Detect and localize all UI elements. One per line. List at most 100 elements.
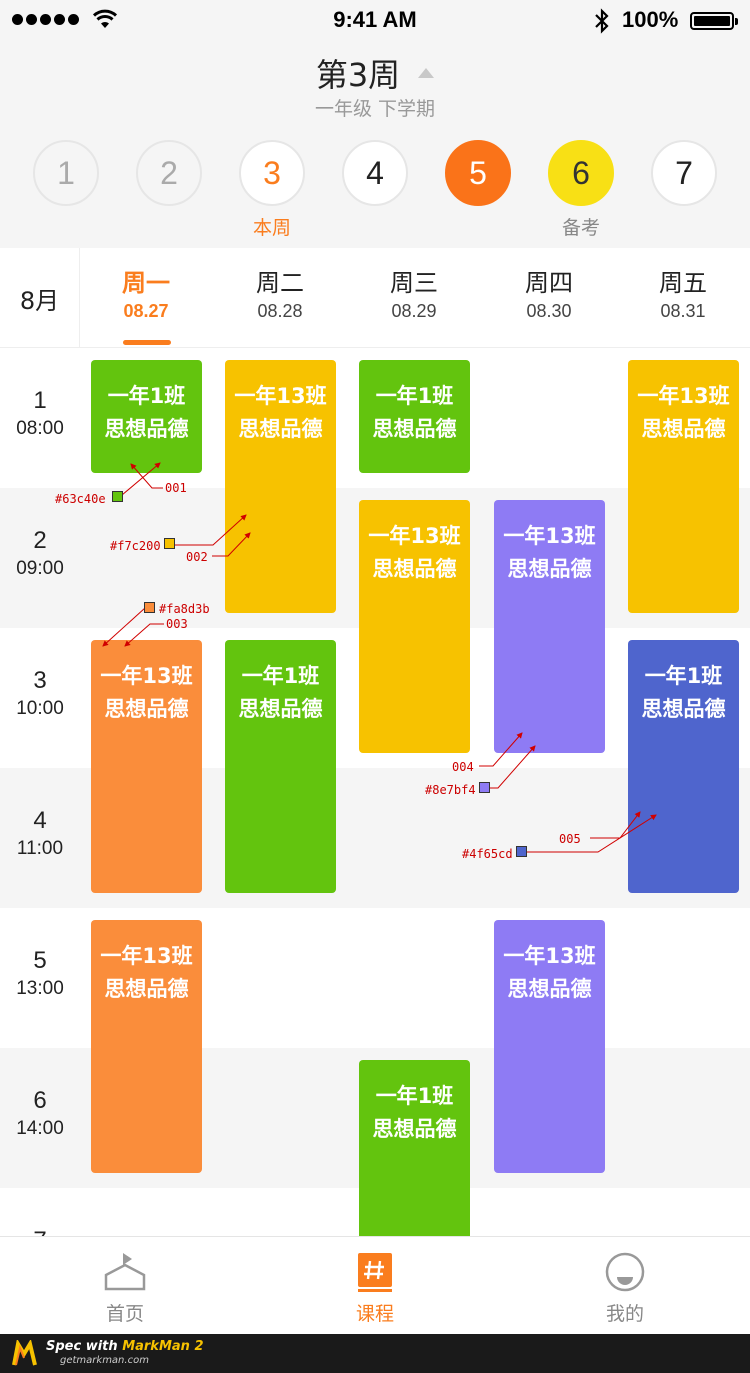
course-subject: 思想品德 (372, 1117, 457, 1141)
term-subtitle: 一年级 下学期 (314, 98, 436, 120)
course-subject: 思想品德 (641, 697, 726, 721)
course-block[interactable]: 一年1班思想品德 (91, 360, 202, 473)
course-subject: 思想品德 (372, 557, 457, 581)
tab-profile-label: 我的 (605, 1303, 644, 1325)
day-date: 08.31 (660, 301, 706, 321)
course-subject: 思想品德 (238, 697, 323, 721)
course-subject: 思想品德 (104, 697, 189, 721)
course-block[interactable]: 一年13班 思想品德 (494, 920, 605, 1173)
day-header-4[interactable]: 周四 08.30 (482, 268, 616, 324)
course-icon (358, 1253, 392, 1292)
active-day-indicator (123, 340, 171, 345)
week-4-button[interactable]: 4 (342, 140, 408, 206)
course-block[interactable]: 一年13班思想品德 (91, 640, 202, 893)
period-label: 6 14:00 (0, 1086, 80, 1142)
markman-url: getmarkman.com (60, 1355, 149, 1366)
day-header-row: 8月 周一 08.27 周二 08.28 周三 08.29 周四 08.30 周五 08.31 (0, 248, 750, 348)
day-name: 周四 (525, 269, 573, 297)
period-time: 08:00 (16, 418, 64, 439)
week-title: 第3周 (315, 56, 401, 94)
tab-home-label: 首页 (105, 1303, 144, 1325)
week-5-button[interactable]: 5 (445, 140, 511, 206)
course-block[interactable]: 一年1班思想品德 (628, 640, 739, 893)
day-header-1[interactable]: 周一 08.27 (79, 268, 213, 324)
markman-footer: Spec with MarkMan 2 getmarkman.com (0, 1334, 750, 1373)
tab-profile[interactable]: 我的 (500, 1237, 750, 1335)
day-header-5[interactable]: 周五 08.31 (616, 268, 750, 324)
week-3-button[interactable]: 3 (239, 140, 305, 206)
course-class: 一年13班 (368, 524, 461, 548)
course-subject: 思想品德 (507, 557, 592, 581)
course-class: 一年1班 (107, 384, 186, 408)
period-time: 10:00 (16, 698, 64, 719)
period-number: 3 (33, 667, 47, 694)
course-subject: 思想品德 (641, 417, 726, 441)
day-header-3[interactable]: 周三 08.29 (347, 268, 481, 324)
markman-logo (12, 1340, 37, 1366)
course-subject: 思想品德 (238, 417, 323, 441)
period-number: 1 (33, 387, 47, 414)
course-block[interactable]: 一年13班思想品德 (628, 360, 739, 613)
tab-course[interactable]: 课程 (250, 1237, 500, 1335)
bottom-tab-bar: 首页 课程 我的 (0, 1236, 750, 1334)
day-date: 08.28 (257, 301, 303, 321)
day-name: 周三 (390, 269, 438, 297)
course-class: 一年13班 (100, 664, 193, 688)
course-block[interactable]: 一年13班思想品德 (225, 360, 336, 613)
period-number: 6 (33, 1087, 47, 1114)
period-time: 09:00 (16, 558, 64, 579)
status-bar: 9:41 AM 100% (0, 0, 750, 40)
period-label: 3 10:00 (0, 666, 80, 722)
week-3-note: 本周 (252, 217, 291, 239)
week-header: 第3周 一年级 下学期 1 2 3 本周 4 5 6 备考 7 (0, 40, 750, 248)
week-selector[interactable]: 第3周 (0, 50, 750, 96)
profile-icon (605, 1252, 645, 1292)
tab-home[interactable]: 首页 (0, 1237, 250, 1335)
day-name: 周二 (256, 269, 304, 297)
period-label: 2 09:00 (0, 526, 80, 582)
course-block[interactable]: 一年13班思想品德 (359, 500, 470, 753)
month-label: 8月 (0, 248, 80, 348)
tab-course-label: 课程 (355, 1303, 394, 1325)
course-block[interactable]: 一年1班思想品德 (359, 1060, 470, 1236)
bluetooth-icon (595, 8, 609, 34)
course-class: 一年1班 (644, 664, 723, 688)
period-label: 7 (0, 1226, 80, 1236)
period-time: 11:00 (16, 838, 64, 859)
day-date: 08.30 (526, 301, 572, 321)
home-icon (104, 1253, 146, 1291)
course-block[interactable]: 一年13班思想品德 (494, 500, 605, 753)
period-label: 1 08:00 (0, 386, 80, 442)
course-class: 一年13班 (503, 524, 596, 548)
period-number: 5 (33, 947, 47, 974)
course-class: 一年13班 (234, 384, 327, 408)
week-7-button[interactable]: 7 (651, 140, 717, 206)
course-class: 一年1班 (241, 664, 320, 688)
course-subject: 思想品德 (104, 417, 189, 441)
timetable-grid: 1 08:00 2 09:00 3 10:00 4 11:00 5 13:00 6 14:00 7 一年… (0, 348, 750, 1236)
day-header-2[interactable]: 周二 08.28 (213, 268, 347, 324)
course-class: 一年13班 (100, 944, 193, 968)
period-label: 5 13:00 (0, 946, 80, 1002)
course-block[interactable]: 一年13班思想品德 (91, 920, 202, 1173)
period-time: 14:00 (16, 1118, 64, 1139)
course-class: 一年13班 (503, 944, 596, 968)
course-subject: 思想品德 (104, 977, 189, 1001)
week-6-button[interactable]: 6 (548, 140, 614, 206)
course-block[interactable]: 一年1班 思想品德 (359, 360, 470, 473)
week-6-note: 备考 (561, 217, 600, 239)
course-block[interactable]: 一年1班思想品德 (225, 640, 336, 893)
period-number: 7 (0, 1226, 80, 1236)
week-1-button[interactable]: 1 (33, 140, 99, 206)
period-number: 2 (33, 527, 47, 554)
markman-brand: Spec with MarkMan 2 (46, 1339, 204, 1354)
course-class: 一年13班 (637, 384, 730, 408)
period-label: 4 11:00 (0, 806, 80, 862)
day-date: 08.29 (391, 301, 437, 321)
day-name: 周五 (659, 269, 707, 297)
period-number: 4 (33, 807, 47, 834)
course-class: 一年1班 (375, 1084, 454, 1108)
day-name: 周一 (122, 269, 170, 297)
caret-up-icon[interactable] (418, 68, 435, 78)
week-2-button[interactable]: 2 (136, 140, 202, 206)
